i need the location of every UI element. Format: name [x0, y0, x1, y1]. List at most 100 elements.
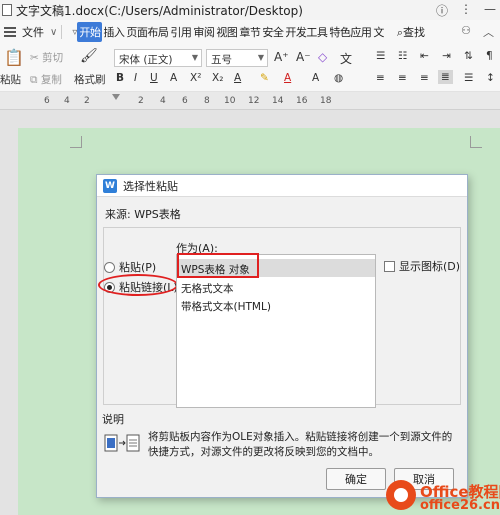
as-item-html[interactable]: 带格式文本(HTML): [181, 299, 271, 314]
ruler-tick: 10: [224, 96, 236, 106]
pinyin-icon[interactable]: 文: [340, 50, 352, 67]
align-right-icon[interactable]: ≡: [420, 72, 429, 84]
chevron-down-icon: ▼: [257, 53, 264, 62]
ruler-tick: 4: [160, 96, 166, 106]
tab-insert[interactable]: 插入: [102, 24, 125, 40]
ruler-tick: 6: [182, 96, 188, 106]
align-left-icon[interactable]: ≡: [376, 72, 385, 84]
show-icon-checkbox-row[interactable]: 显示图标(D): [384, 258, 460, 274]
ruler-tick: 6: [44, 96, 50, 106]
file-menu[interactable]: 文件: [22, 24, 44, 40]
title-bar: 文字文稿1.docx(C:/Users/Administrator/Deskto…: [0, 0, 500, 20]
character-border-icon[interactable]: A: [312, 72, 319, 84]
office-logo-icon: [386, 480, 416, 510]
ruler-tick: 16: [296, 96, 308, 106]
chevron-down-icon[interactable]: ∨: [50, 27, 57, 38]
distribute-icon[interactable]: ☰: [464, 72, 473, 84]
clear-format-icon[interactable]: ◇: [318, 50, 327, 64]
italic-icon[interactable]: I: [134, 72, 137, 84]
paste-radio[interactable]: [104, 261, 115, 273]
tab-special[interactable]: 特色应用: [328, 24, 372, 40]
tab-page-layout[interactable]: 页面布局: [125, 24, 169, 40]
ruler: 6 4 2 2 4 6 8 10 12 14 16 18: [0, 92, 500, 110]
superscript-icon[interactable]: X²: [190, 72, 201, 84]
bullets-icon[interactable]: ☰: [376, 50, 385, 62]
ribbon-toolbar: 📋 粘贴 ✂ 剪切 ⧉ 复制 🖌 格式刷 宋体 (正文) ▼ 五号 ▼ A⁺ A…: [0, 44, 500, 92]
menu-bar: 文件 ∨ ▿ 开始 插入 页面布局 引用 审阅 视图 章节 安全 开发工具 特色…: [0, 20, 500, 44]
paste-icon[interactable]: 📋: [4, 48, 24, 67]
line-spacing-icon[interactable]: ↕: [486, 72, 495, 84]
paste-button[interactable]: 粘贴: [0, 72, 21, 87]
collapse-icon[interactable]: ︿: [483, 24, 494, 40]
minimize-icon[interactable]: —: [484, 2, 496, 19]
format-painter-button[interactable]: 格式刷: [74, 72, 106, 87]
sort-icon[interactable]: ⇅: [464, 50, 473, 62]
tab-overflow[interactable]: 文: [372, 24, 385, 40]
paste-radio-option[interactable]: 粘贴(P): [104, 259, 156, 275]
highlight-box: [177, 253, 259, 278]
as-item-plain-text[interactable]: 无格式文本: [181, 281, 234, 296]
ruler-tick: 4: [64, 96, 70, 106]
font-color-icon[interactable]: A: [284, 72, 291, 84]
highlight-icon[interactable]: ✎: [260, 72, 269, 84]
page-corner-mark: [70, 136, 82, 148]
grow-font-icon[interactable]: A⁺: [274, 50, 289, 64]
font-size-select[interactable]: 五号 ▼: [206, 49, 268, 67]
dialog-title: 选择性粘贴: [123, 179, 178, 193]
font-name-select[interactable]: 宋体 (正文) ▼: [114, 49, 202, 67]
ruler-tick: 14: [272, 96, 284, 106]
indent-marker[interactable]: [112, 94, 120, 100]
ruler-tick: 2: [84, 96, 90, 106]
wps-logo-icon: W: [103, 178, 117, 193]
highlight-ellipse: [98, 274, 178, 296]
dialog-title-bar: W 选择性粘贴: [97, 175, 467, 197]
paste-link-illustration-icon: [104, 434, 140, 452]
bold-icon[interactable]: B: [116, 72, 124, 84]
scissors-icon: ✂: [30, 52, 39, 64]
source-label: 来源: WPS表格: [105, 208, 181, 221]
numbering-icon[interactable]: ☷: [398, 50, 407, 62]
justify-icon[interactable]: ≣: [438, 70, 453, 84]
share-icon[interactable]: ⚇: [461, 24, 471, 40]
watermark: Office教程网 office26.cn: [384, 478, 500, 515]
tab-review[interactable]: 审阅: [192, 24, 215, 40]
copy-icon: ⧉: [30, 74, 38, 86]
font-size-value: 五号: [211, 54, 232, 66]
increase-indent-icon[interactable]: ⇥: [442, 50, 451, 62]
tab-home[interactable]: 开始: [77, 22, 103, 42]
watermark-line2: office26.cn: [420, 498, 500, 513]
character-shading-icon[interactable]: ◍: [334, 72, 343, 84]
tab-security[interactable]: 安全: [261, 24, 284, 40]
cut-button[interactable]: ✂ 剪切: [30, 50, 63, 65]
decrease-indent-icon[interactable]: ⇤: [420, 50, 429, 62]
ruler-tick: 18: [320, 96, 332, 106]
menu-icon[interactable]: [4, 27, 16, 37]
underline-icon[interactable]: U: [150, 72, 158, 84]
document-icon: [2, 4, 12, 16]
copy-button[interactable]: ⧉ 复制: [30, 72, 62, 87]
align-center-icon[interactable]: ≡: [398, 72, 407, 84]
subscript-icon[interactable]: X₂: [212, 72, 223, 84]
help-icon[interactable]: ⓘ: [436, 2, 448, 19]
tab-references[interactable]: 引用: [169, 24, 192, 40]
more-icon[interactable]: ⋮: [460, 2, 472, 19]
shrink-font-icon[interactable]: A⁻: [296, 50, 311, 64]
show-icon-label: 显示图标(D): [399, 260, 461, 273]
chevron-down-icon: ▼: [191, 53, 198, 62]
format-painter-icon[interactable]: 🖌: [80, 48, 98, 64]
ok-button[interactable]: 确定: [326, 468, 386, 490]
show-icon-checkbox[interactable]: [384, 260, 395, 272]
find-button[interactable]: ⌕查找: [397, 24, 425, 40]
show-marks-icon[interactable]: ¶: [486, 50, 493, 62]
ruler-tick: 8: [204, 96, 210, 106]
divider: [61, 25, 63, 39]
paste-radio-label: 粘贴(P): [119, 261, 157, 274]
description-text: 将剪贴板内容作为OLE对象插入。粘贴链接将创建一个到源文件的快捷方式，对源文件的…: [148, 431, 453, 458]
tab-view[interactable]: 视图: [215, 24, 238, 40]
strikethrough-icon[interactable]: A: [170, 72, 177, 84]
font-effect-icon[interactable]: A: [234, 72, 241, 84]
window-title: 文字文稿1.docx(C:/Users/Administrator/Deskto…: [16, 3, 303, 18]
tab-developer[interactable]: 开发工具: [284, 24, 328, 40]
description-label: 说明: [102, 413, 124, 426]
tab-section[interactable]: 章节: [238, 24, 261, 40]
